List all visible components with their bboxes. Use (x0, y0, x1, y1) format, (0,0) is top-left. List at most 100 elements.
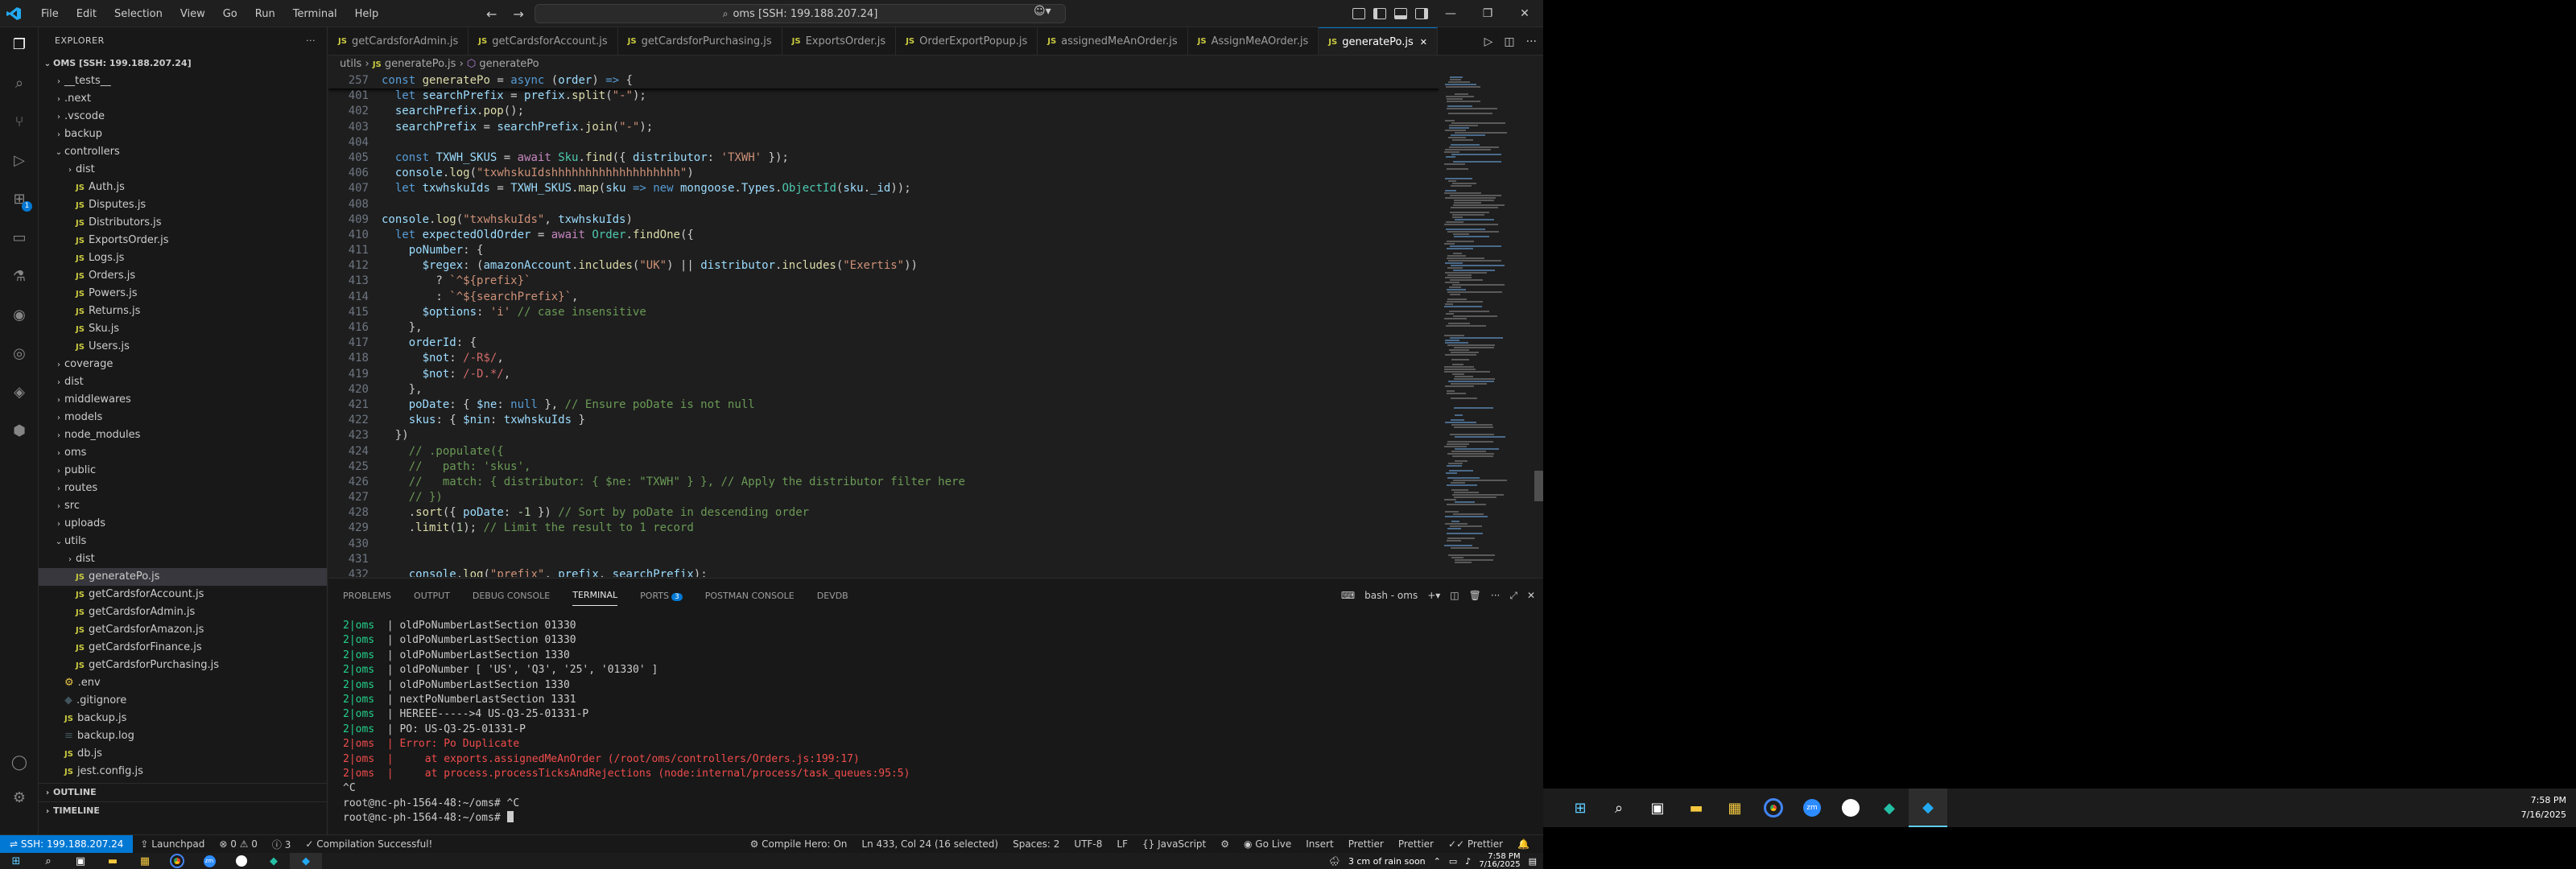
scrollbar-thumb[interactable] (1534, 471, 1543, 501)
tree-item[interactable]: › dist (39, 161, 327, 179)
tree-item[interactable]: › node_modules (39, 426, 327, 444)
editor-tab[interactable]: JS AssignMeAOrder.js (1188, 27, 1319, 55)
code-line[interactable]: 416 }, (328, 320, 1439, 336)
tree-item[interactable]: › backup (39, 126, 327, 143)
editor-tab[interactable]: JS assignedMeAnOrder.js (1038, 27, 1188, 55)
database-icon[interactable]: ⬢ (10, 422, 29, 441)
tree-item[interactable]: JS getCardsforAccount.js (39, 586, 327, 603)
split-editor-icon[interactable]: ◫ (1504, 35, 1514, 48)
code-line[interactable]: 413 ? `^${prefix}` (328, 274, 1439, 289)
code-line[interactable]: 420 }, (328, 382, 1439, 397)
tree-item[interactable]: ⌄ utils (39, 533, 327, 550)
code-line[interactable]: 417 orderId: { (328, 336, 1439, 351)
tree-item[interactable]: JS Orders.js (39, 267, 327, 285)
go-live-item[interactable]: ◉ Go Live (1236, 838, 1298, 850)
tree-item[interactable]: JS Users.js (39, 338, 327, 356)
clock-right-monitor[interactable]: 7:58 PM 7/16/2025 (2521, 793, 2566, 822)
code-editor[interactable]: 257 const generatePo = async (order) => {… (328, 73, 1439, 577)
code-line[interactable]: 414 : `^${searchPrefix}`, (328, 290, 1439, 305)
tree-item[interactable]: › routes (39, 480, 327, 497)
code-line[interactable]: 412 $regex: (amazonAccount.includes("UK"… (328, 258, 1439, 274)
remote-explorer-icon[interactable]: ▭ (10, 229, 29, 248)
weather-label[interactable]: 3 cm of rain soon (1348, 856, 1426, 867)
tree-item[interactable]: › public (39, 462, 327, 480)
tree-item[interactable]: › middlewares (39, 391, 327, 409)
tree-item[interactable]: JS Logs.js (39, 249, 327, 267)
more-icon[interactable]: ··· (1526, 35, 1537, 48)
tree-item[interactable]: › .vscode (39, 108, 327, 126)
code-line[interactable]: 407 let txwhskuIds = TXWH_SKUS.map(sku =… (328, 181, 1439, 196)
extensions-icon[interactable]: ⊞ 1 (10, 190, 32, 212)
code-line[interactable]: 418 $not: /-R$/, (328, 351, 1439, 366)
code-line[interactable]: 430 (328, 537, 1439, 552)
workspace-root[interactable]: ⌄ OMS [SSH: 199.188.207.24] (39, 55, 327, 72)
file-explorer-icon[interactable]: ▬ (1677, 789, 1715, 827)
search-icon[interactable]: ⌕ (10, 74, 29, 93)
tree-item[interactable]: JS jest.config.js (39, 763, 327, 780)
windows-start-icon[interactable]: ⊞ (0, 853, 32, 869)
breadcrumb-folder[interactable]: utils (340, 58, 361, 70)
chrome-icon[interactable] (161, 853, 193, 869)
menu-item-file[interactable]: File (32, 8, 68, 20)
code-line[interactable]: 419 $not: /-D.*/, (328, 367, 1439, 382)
tree-item[interactable]: JS Disputes.js (39, 196, 327, 214)
task-view-icon[interactable]: ▣ (64, 853, 97, 869)
source-control-icon[interactable]: ⑂ (10, 113, 29, 132)
code-line[interactable]: 429 .limit(1); // Limit the result to 1 … (328, 521, 1439, 536)
tree-item[interactable]: JS getCardsforPurchasing.js (39, 657, 327, 674)
command-center[interactable]: ⌕ oms [SSH: 199.188.207.24] (535, 4, 1066, 23)
chrome-icon[interactable] (1754, 789, 1793, 827)
notifications-bell-icon[interactable]: 🔔 (1510, 838, 1537, 850)
kill-terminal-icon[interactable]: 🗑 (1469, 590, 1481, 601)
compile-status[interactable]: ✓ Compilation Successful! (298, 838, 440, 850)
tree-item[interactable]: ≡ backup.log (39, 727, 327, 745)
code-line[interactable]: 404 (328, 135, 1439, 150)
app-icon[interactable] (225, 853, 258, 869)
tree-item[interactable]: › .next (39, 90, 327, 108)
toggle-sidebar-icon[interactable] (1373, 8, 1386, 19)
menu-item-view[interactable]: View (171, 8, 214, 20)
tree-item[interactable]: JS getCardsforFinance.js (39, 639, 327, 657)
launchpad-item[interactable]: ⇪ Launchpad (133, 838, 212, 850)
panel-tab-problems[interactable]: PROBLEMS (343, 591, 391, 601)
panel-tab-output[interactable]: OUTPUT (414, 591, 450, 601)
code-line[interactable]: 406 console.log("txwhskuIdshhhhhhhhhhhhh… (328, 166, 1439, 181)
outline-section[interactable]: › OUTLINE (39, 783, 327, 801)
code-line[interactable]: 426 // match: { distributor: { $ne: "TXW… (328, 475, 1439, 490)
tree-item[interactable]: JS Returns.js (39, 303, 327, 320)
zoom-icon[interactable]: zm (1793, 789, 1831, 827)
tree-item[interactable]: › oms (39, 444, 327, 462)
zoom-icon[interactable]: zm (193, 853, 225, 869)
code-line[interactable]: 410 let expectedOldOrder = await Order.f… (328, 228, 1439, 243)
code-line[interactable]: 401 let searchPrefix = prefix.split("-")… (328, 89, 1439, 104)
insert-mode[interactable]: Insert (1298, 838, 1340, 850)
tree-item[interactable]: ◆ .gitignore (39, 692, 327, 710)
code-line[interactable]: 402 searchPrefix.pop(); (328, 104, 1439, 119)
tree-item[interactable]: › __tests__ (39, 72, 327, 90)
breadcrumb-symbol[interactable]: generatePo (479, 58, 539, 70)
breadcrumb-file[interactable]: generatePo.js (385, 58, 456, 70)
settings-sync-icon[interactable]: ⚙ (1213, 838, 1236, 850)
prettier-item-1[interactable]: Prettier (1341, 838, 1391, 850)
app-icon[interactable] (1831, 789, 1870, 827)
code-line[interactable]: 415 $options: 'i' // case insensitive (328, 305, 1439, 320)
vscode-taskbar-icon[interactable]: ◆ (290, 853, 322, 869)
vscode-taskbar-icon[interactable]: ◆ (1909, 789, 1947, 827)
tree-item[interactable]: › models (39, 409, 327, 426)
clock[interactable]: 7:58 PM 7/16/2025 (1479, 853, 1520, 869)
accounts-icon[interactable]: ◯ (10, 753, 29, 772)
split-terminal-icon[interactable]: ◫ (1450, 590, 1459, 601)
code-line[interactable]: 422 skus: { $nin: txwhskuIds } (328, 413, 1439, 428)
code-line[interactable]: 411 poNumber: { (328, 243, 1439, 258)
code-line[interactable]: 424 // .populate({ (328, 444, 1439, 459)
code-line[interactable]: 409 console.log("txwhskuIds", txwhskuIds) (328, 212, 1439, 228)
code-line[interactable]: 423 }) (328, 428, 1439, 443)
notification-icon[interactable]: ▤ (1529, 856, 1537, 867)
menu-item-selection[interactable]: Selection (105, 8, 171, 20)
store-icon[interactable]: ▦ (129, 853, 161, 869)
tree-item[interactable]: JS Powers.js (39, 285, 327, 303)
tree-item[interactable]: JS Auth.js (39, 179, 327, 196)
search-icon[interactable]: ⌕ (32, 853, 64, 869)
tree-item[interactable]: › uploads (39, 515, 327, 533)
panel-tab-debug-console[interactable]: DEBUG CONSOLE (473, 591, 550, 601)
